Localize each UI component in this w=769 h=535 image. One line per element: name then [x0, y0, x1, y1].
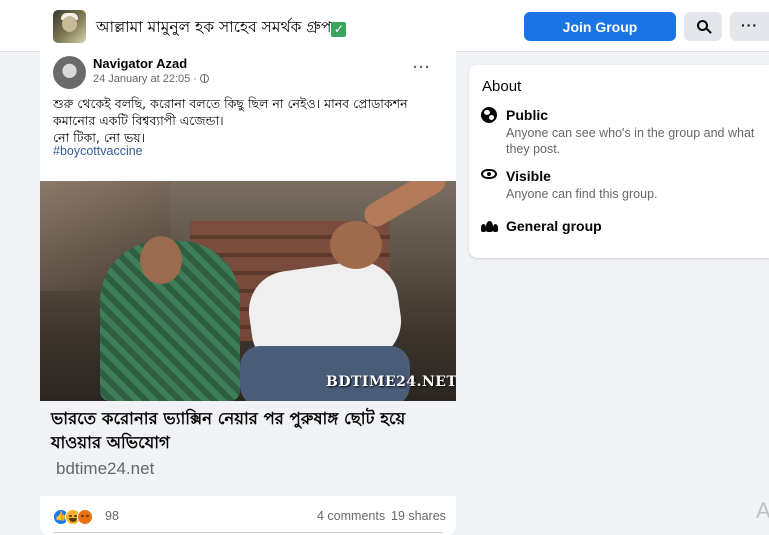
group-thumbnail[interactable]	[53, 10, 86, 43]
group-icon-person	[486, 221, 493, 232]
about-card: About Public Anyone can see who's in the…	[469, 65, 769, 258]
post-text-line: শুরু থেকেই বলছি, করোনা বলতে কিছু ছিল না …	[53, 96, 408, 111]
more-options-button[interactable]: ···	[730, 12, 769, 41]
search-icon-handle	[706, 28, 712, 34]
link-title[interactable]: ভারতে করোনার ভ্যাক্সিন নেয়ার পর পুরুষাঙ…	[51, 407, 446, 455]
privacy-public-desc: Anyone can see who's in the group and wh…	[506, 126, 755, 156]
thumbnail-face	[62, 16, 77, 32]
group-type-title: General group	[506, 218, 602, 234]
privacy-globe-icon	[199, 74, 209, 83]
image-man-face	[330, 221, 382, 269]
post-text: শুরু থেকেই বলছি, করোনা বলতে কিছু ছিল না …	[53, 95, 448, 146]
image-woman-face	[140, 236, 182, 284]
more-icon: ···	[741, 17, 758, 33]
group-header: আল্লামা মামুনুল হক সাহেব সমর্থক গ্রুপ ✓ J…	[0, 0, 769, 52]
group-title[interactable]: আল্লামা মামুনুল হক সাহেব সমর্থক গ্রুপ ✓	[96, 15, 347, 41]
globe-icon	[481, 107, 497, 123]
visibility-title: Visible	[506, 168, 551, 184]
post-text-line: কমানোর একটি বিশ্বব্যাপী এজেন্ডা।	[53, 113, 224, 128]
haha-mouth	[69, 518, 77, 522]
search-button[interactable]	[684, 12, 722, 41]
link-domain: bdtime24.net	[56, 459, 155, 478]
angry-reaction-icon	[77, 509, 93, 525]
visibility-desc: Anyone can find this group.	[506, 187, 658, 201]
post-date-text[interactable]: 24 January at 22:05 ·	[93, 73, 197, 85]
post-card: Navigator Azad 24 January at 22:05 · ···…	[40, 51, 456, 535]
haha-eye	[69, 515, 72, 517]
shares-count[interactable]: 19 shares	[391, 509, 446, 523]
verified-check-icon: ✓	[331, 22, 347, 37]
about-title: About	[482, 78, 522, 95]
comments-count[interactable]: 4 comments	[317, 509, 385, 523]
edge-text: A	[756, 498, 769, 523]
hashtag-link[interactable]: #boycottvaccine	[53, 144, 143, 158]
eye-icon	[481, 169, 497, 179]
link-preview-image[interactable]: BDTIME24.NET	[40, 181, 456, 401]
author-avatar[interactable]	[53, 56, 86, 89]
group-icon	[481, 220, 498, 232]
image-arm	[360, 181, 450, 231]
group-icon-person	[493, 224, 498, 232]
post-timestamp[interactable]: 24 January at 22:05 ·	[93, 73, 209, 85]
post-divider	[53, 532, 443, 533]
author-name[interactable]: Navigator Azad	[93, 56, 187, 71]
post-more-button[interactable]: ···	[413, 59, 431, 76]
group-name[interactable]: আল্লামা মামুনুল হক সাহেব সমর্থক গ্রুপ	[96, 18, 331, 36]
privacy-public-title: Public	[506, 107, 549, 123]
join-group-button[interactable]: Join Group	[524, 12, 676, 41]
angry-eye	[86, 515, 89, 517]
angry-eye	[81, 515, 84, 517]
link-preview-card[interactable]: ভারতে করোনার ভ্যাক্সিন নেয়ার পর পুরুষাঙ…	[40, 401, 456, 496]
reaction-count[interactable]: 98	[105, 509, 119, 523]
image-watermark: BDTIME24.NET	[326, 374, 456, 390]
